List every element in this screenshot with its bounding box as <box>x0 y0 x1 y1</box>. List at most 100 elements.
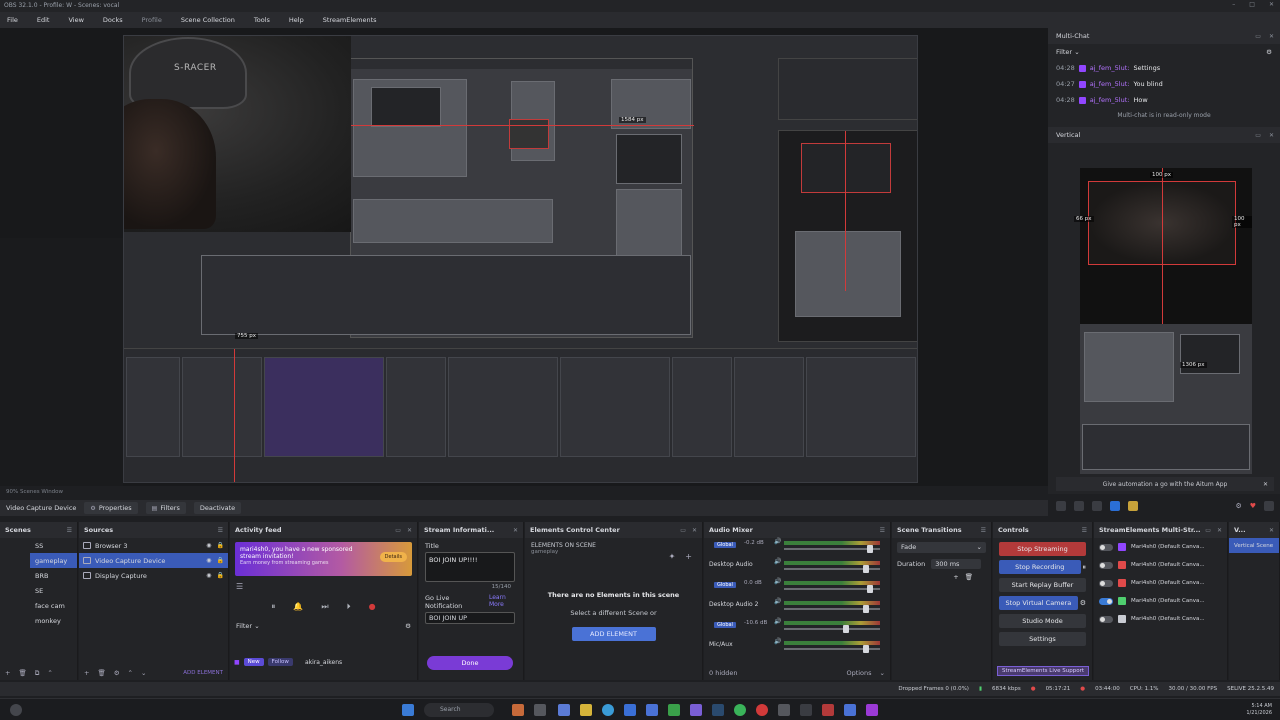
discord-icon[interactable] <box>690 704 702 716</box>
undock-icon[interactable]: ▭ <box>1205 527 1211 534</box>
volume-slider-knob[interactable] <box>866 545 873 553</box>
menu-file[interactable]: File <box>0 16 30 24</box>
close-icon[interactable]: ✕ <box>1217 527 1222 534</box>
volume-slider-knob[interactable] <box>843 625 850 633</box>
edge-icon[interactable] <box>602 704 614 716</box>
duration-input[interactable]: 300 ms <box>931 559 982 569</box>
stop-recording-button[interactable]: Stop Recording <box>999 560 1081 574</box>
vertical-stream-icon[interactable] <box>1056 501 1066 511</box>
multistream-target[interactable]: Mari4sh0 (Default Canva... <box>1094 574 1227 592</box>
hamburger-icon[interactable]: ☰ <box>236 582 243 591</box>
steam-icon[interactable] <box>712 704 724 716</box>
gear-icon[interactable]: ⚙ <box>405 622 411 630</box>
target-toggle[interactable] <box>1099 543 1113 551</box>
feed-event[interactable]: ■ New Follow akira_aikens <box>234 658 342 666</box>
app-icon[interactable] <box>512 704 524 716</box>
app-icon[interactable] <box>866 704 878 716</box>
volume-slider[interactable] <box>784 545 880 553</box>
speaker-icon[interactable]: 🔊 <box>774 598 781 605</box>
vertical-record-icon[interactable] <box>1074 501 1084 511</box>
stream-title-input[interactable]: BOI JOIN UP!!!! <box>425 552 515 582</box>
vertical-backtrack-icon[interactable] <box>1092 501 1102 511</box>
undock-icon[interactable]: ▭ <box>1255 132 1261 139</box>
app-icon[interactable] <box>668 704 680 716</box>
multistream-target[interactable]: Mari4sh0 (Default Canva... <box>1094 538 1227 556</box>
minimize-icon[interactable]: – <box>1232 1 1235 8</box>
start-icon[interactable] <box>402 704 414 716</box>
eye-icon[interactable]: ◉ <box>206 557 211 564</box>
volume-slider-knob[interactable] <box>866 585 873 593</box>
scene-item[interactable]: SE <box>30 583 77 598</box>
vertical-scene-item[interactable]: Vertical Scene <box>1229 538 1279 553</box>
undock-icon[interactable]: ▭ <box>680 527 686 534</box>
filters-button[interactable]: ▤ Filters <box>145 502 186 514</box>
main-preview[interactable]: 1584 px 755 px S-RACER <box>0 28 1048 486</box>
scene-item[interactable]: monkey <box>30 613 77 628</box>
vertical-alert-icon[interactable] <box>1128 501 1138 511</box>
menu-tools[interactable]: Tools <box>247 16 282 24</box>
undock-icon[interactable]: ▭ <box>1255 33 1261 40</box>
gear-icon[interactable]: ⚙ <box>1235 502 1241 510</box>
multistream-target[interactable]: Mari4sh0 (Default Canva... <box>1094 556 1227 574</box>
gear-icon[interactable]: ⚙ <box>1080 599 1086 607</box>
multistream-target[interactable]: Mari4sh0 (Default Canva... <box>1094 592 1227 610</box>
up-icon[interactable]: ⌃ <box>128 669 133 677</box>
speaker-icon[interactable]: 🔊 <box>774 558 781 565</box>
add-element-button[interactable]: ADD ELEMENT <box>183 670 223 676</box>
speaker-icon[interactable]: 🔊 <box>774 538 781 545</box>
file-explorer-icon[interactable] <box>580 704 592 716</box>
volume-slider[interactable] <box>784 645 880 653</box>
learn-more-link[interactable]: Learn More <box>489 594 511 610</box>
chevron-down-icon[interactable]: ⌄ <box>880 669 885 677</box>
scene-item[interactable]: face cam <box>30 598 77 613</box>
trash-icon[interactable]: 🗑 <box>18 669 26 677</box>
skip-icon[interactable]: ⏭ <box>321 602 328 612</box>
spotify-icon[interactable] <box>734 704 746 716</box>
task-view-icon[interactable] <box>534 704 546 716</box>
up-icon[interactable]: ⌃ <box>47 669 52 677</box>
volume-slider[interactable] <box>784 605 880 613</box>
skip-end-icon[interactable]: ⏵ <box>347 602 351 612</box>
pause-recording-icon[interactable]: ⏸ <box>1083 563 1087 572</box>
target-toggle[interactable] <box>1099 561 1113 569</box>
volume-slider[interactable] <box>784 565 880 573</box>
chrome-icon[interactable] <box>756 704 768 716</box>
add-icon[interactable]: + <box>5 669 10 677</box>
mixer-channel[interactable]: Global -0.2 dB 🔊 <box>704 538 890 558</box>
trash-icon[interactable]: 🗑 <box>97 669 105 677</box>
live-support-button[interactable]: StreamElements Live Support <box>997 666 1089 676</box>
gear-icon[interactable]: ⚙ <box>114 669 120 677</box>
target-toggle[interactable] <box>1099 615 1113 623</box>
speaker-icon[interactable]: 🔊 <box>774 618 781 625</box>
widgets-icon[interactable] <box>10 704 22 716</box>
go-live-input[interactable]: BOI JOIN UP <box>425 612 515 624</box>
app-icon[interactable] <box>844 704 856 716</box>
dock-menu-icon[interactable]: ☰ <box>218 527 223 534</box>
properties-button[interactable]: ⚙ Properties <box>84 502 138 514</box>
eye-icon[interactable]: ◉ <box>206 542 211 549</box>
lock-icon[interactable]: 🔒 <box>217 572 224 579</box>
volume-slider[interactable] <box>784 625 880 633</box>
speaker-icon[interactable]: 🔊 <box>774 578 781 585</box>
scene-item[interactable]: BRB <box>30 568 77 583</box>
vertical-virtualcam-icon[interactable] <box>1110 501 1120 511</box>
volume-slider-knob[interactable] <box>863 605 870 613</box>
menu-streamelements[interactable]: StreamElements <box>316 16 389 24</box>
menu-profile[interactable]: Profile <box>135 16 174 24</box>
lock-icon[interactable]: 🔒 <box>217 557 224 564</box>
close-icon[interactable]: ✕ <box>1269 527 1274 534</box>
menu-help[interactable]: Help <box>282 16 316 24</box>
app-icon[interactable] <box>778 704 790 716</box>
display-capture-preview[interactable]: 1584 px 755 px S-RACER <box>123 35 918 483</box>
source-item[interactable]: Display Capture ◉ 🔒 <box>79 568 228 583</box>
app-icon[interactable] <box>646 704 658 716</box>
store-icon[interactable] <box>624 704 636 716</box>
volume-slider-knob[interactable] <box>863 565 870 573</box>
mixer-channel[interactable]: Desktop Audio 🔊 <box>704 558 890 578</box>
vertical-menu-icon[interactable] <box>1264 501 1274 511</box>
multistream-target[interactable]: Mari4sh0 (Default Canva... <box>1094 610 1227 628</box>
sponsored-promo[interactable]: mari4sh0, you have a new sponsored strea… <box>235 542 412 576</box>
settings-button[interactable]: Settings <box>999 632 1086 646</box>
close-icon[interactable]: ✕ <box>407 527 412 534</box>
close-icon[interactable]: ✕ <box>692 527 697 534</box>
